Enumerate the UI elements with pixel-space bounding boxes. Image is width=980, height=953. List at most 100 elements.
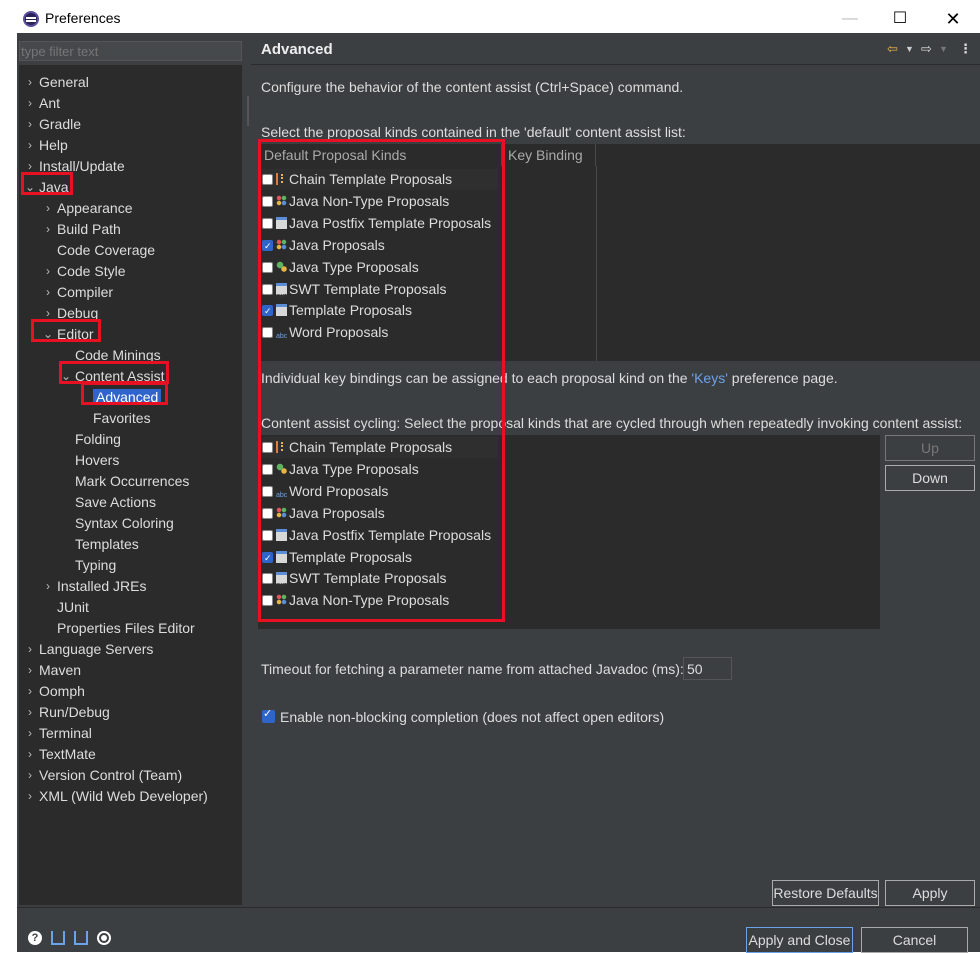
chevron-right-icon[interactable]: › bbox=[42, 303, 54, 323]
chevron-right-icon[interactable]: › bbox=[24, 135, 36, 155]
proposal-row[interactable]: Word Proposals bbox=[258, 322, 498, 347]
back-arrow-icon[interactable]: ⇦ bbox=[887, 41, 898, 57]
tree-item-appearance[interactable]: › Appearance bbox=[46, 198, 133, 218]
proposal-row[interactable]: Java Proposals bbox=[258, 503, 498, 524]
chevron-right-icon[interactable]: › bbox=[24, 765, 36, 785]
tree-item-maven[interactable]: › Maven bbox=[28, 660, 81, 680]
proposal-row[interactable]: SWT Template Proposals bbox=[258, 568, 498, 597]
view-menu-icon[interactable]: ⋮ bbox=[959, 41, 972, 57]
export-icon[interactable] bbox=[74, 931, 88, 945]
maximize-button[interactable]: ☐ bbox=[882, 7, 918, 31]
chevron-right-icon[interactable]: › bbox=[24, 660, 36, 680]
tree-item-code-coverage[interactable]: Code Coverage bbox=[57, 240, 155, 260]
minimize-button[interactable]: — bbox=[832, 7, 868, 31]
proposal-checkbox[interactable] bbox=[262, 463, 273, 475]
proposal-checkbox[interactable] bbox=[262, 236, 273, 257]
tree-item-properties-files-editor[interactable]: Properties Files Editor bbox=[57, 618, 195, 638]
proposal-row[interactable]: SWT Template Proposals bbox=[258, 279, 498, 308]
tree-item-advanced[interactable]: Advanced bbox=[93, 387, 162, 407]
tree-item-compiler[interactable]: › Compiler bbox=[46, 282, 113, 302]
timeout-input[interactable] bbox=[683, 657, 732, 680]
tree-item-gradle[interactable]: › Gradle bbox=[28, 114, 81, 134]
tree-item-installed-jres[interactable]: › Installed JREs bbox=[46, 576, 146, 596]
tree-item-textmate[interactable]: › TextMate bbox=[28, 744, 96, 764]
tree-item-build-path[interactable]: › Build Path bbox=[46, 219, 121, 239]
tree-item-java[interactable]: ⌄ Java bbox=[25, 177, 69, 197]
down-button[interactable]: Down bbox=[885, 465, 975, 491]
chevron-right-icon[interactable]: › bbox=[24, 786, 36, 806]
proposal-row[interactable]: Chain Template Proposals bbox=[258, 437, 498, 458]
proposal-checkbox[interactable] bbox=[262, 195, 273, 207]
proposal-row[interactable]: Java Non-Type Proposals bbox=[258, 191, 498, 212]
chevron-down-icon[interactable]: ⌄ bbox=[60, 366, 72, 386]
tree-item-terminal[interactable]: › Terminal bbox=[28, 723, 92, 743]
import-icon[interactable] bbox=[51, 931, 65, 945]
tree-item-editor[interactable]: ⌄ Editor bbox=[43, 324, 94, 344]
proposal-checkbox[interactable] bbox=[262, 485, 273, 497]
filter-input[interactable] bbox=[19, 41, 242, 61]
proposal-checkbox[interactable] bbox=[262, 217, 273, 229]
proposal-checkbox[interactable] bbox=[262, 529, 273, 541]
proposal-row[interactable]: Java Non-Type Proposals bbox=[258, 590, 498, 611]
apply-and-close-button[interactable]: Apply and Close bbox=[746, 927, 853, 953]
chevron-down-icon[interactable]: ⌄ bbox=[24, 177, 36, 197]
chevron-right-icon[interactable]: › bbox=[24, 156, 36, 176]
cancel-button[interactable]: Cancel bbox=[861, 927, 968, 953]
proposal-row[interactable]: Java Postfix Template Proposals bbox=[258, 525, 498, 546]
chevron-right-icon[interactable]: › bbox=[24, 72, 36, 92]
chevron-down-icon[interactable]: ⌄ bbox=[42, 324, 54, 344]
proposal-checkbox[interactable] bbox=[262, 442, 273, 453]
up-button[interactable]: Up bbox=[885, 435, 975, 461]
back-dropdown-icon[interactable]: ▼ bbox=[905, 44, 914, 54]
tree-item-templates[interactable]: Templates bbox=[75, 534, 139, 554]
proposal-checkbox[interactable] bbox=[262, 573, 273, 585]
column-header-kinds[interactable]: Default Proposal Kinds bbox=[258, 144, 502, 166]
tree-item-favorites[interactable]: Favorites bbox=[93, 408, 151, 428]
proposal-row[interactable]: Chain Template Proposals bbox=[258, 169, 498, 190]
tree-item-mark-occurrences[interactable]: Mark Occurrences bbox=[75, 471, 189, 491]
forward-arrow-icon[interactable]: ⇨ bbox=[921, 41, 932, 57]
chevron-right-icon[interactable]: › bbox=[24, 681, 36, 701]
nonblocking-checkbox[interactable] bbox=[262, 707, 275, 723]
tree-item-save-actions[interactable]: Save Actions bbox=[75, 492, 156, 512]
proposal-checkbox[interactable] bbox=[262, 507, 273, 519]
tree-item-ant[interactable]: › Ant bbox=[28, 93, 60, 113]
help-icon[interactable]: ? bbox=[28, 931, 42, 945]
tree-item-help[interactable]: › Help bbox=[28, 135, 68, 155]
proposal-checkbox[interactable] bbox=[262, 327, 273, 339]
proposal-checkbox[interactable] bbox=[262, 595, 273, 607]
chevron-right-icon[interactable]: › bbox=[42, 576, 54, 596]
chevron-right-icon[interactable]: › bbox=[42, 261, 54, 281]
tree-item-general[interactable]: › General bbox=[28, 72, 89, 92]
tree-item-content-assist[interactable]: ⌄ Content Assist bbox=[61, 366, 165, 386]
proposal-row[interactable]: Template Proposals bbox=[258, 300, 498, 322]
proposal-checkbox[interactable] bbox=[262, 261, 273, 273]
proposal-checkbox[interactable] bbox=[262, 301, 273, 322]
forward-dropdown-icon[interactable]: ▼ bbox=[939, 44, 948, 54]
tree-item-language-servers[interactable]: › Language Servers bbox=[28, 639, 153, 659]
close-button[interactable]: ✕ bbox=[935, 7, 971, 31]
chevron-right-icon[interactable]: › bbox=[42, 198, 54, 218]
chevron-right-icon[interactable]: › bbox=[24, 744, 36, 764]
keys-link[interactable]: 'Keys' bbox=[691, 370, 727, 386]
tree-item-run-debug[interactable]: › Run/Debug bbox=[28, 702, 110, 722]
proposal-row[interactable]: Java Postfix Template Proposals bbox=[258, 213, 498, 234]
proposal-checkbox[interactable] bbox=[262, 174, 273, 185]
proposal-row[interactable]: Java Proposals bbox=[258, 235, 498, 257]
chevron-right-icon[interactable]: › bbox=[24, 93, 36, 113]
tree-item-oomph[interactable]: › Oomph bbox=[28, 681, 85, 701]
tree-item-code-minings[interactable]: Code Minings bbox=[75, 345, 161, 365]
tree-item-folding[interactable]: Folding bbox=[75, 429, 121, 449]
restore-defaults-button[interactable]: Restore Defaults bbox=[772, 880, 879, 906]
tree-item-hovers[interactable]: Hovers bbox=[75, 450, 119, 470]
chevron-right-icon[interactable]: › bbox=[24, 639, 36, 659]
proposal-row[interactable]: Java Type Proposals bbox=[258, 257, 498, 278]
tree-item-code-style[interactable]: › Code Style bbox=[46, 261, 125, 281]
oomph-record-icon[interactable] bbox=[97, 931, 111, 945]
chevron-right-icon[interactable]: › bbox=[24, 702, 36, 722]
proposal-row[interactable]: Java Type Proposals bbox=[258, 459, 498, 480]
chevron-right-icon[interactable]: › bbox=[24, 723, 36, 743]
tree-item-debug[interactable]: › Debug bbox=[46, 303, 98, 323]
chevron-right-icon[interactable]: › bbox=[42, 282, 54, 302]
tree-item-install-update[interactable]: › Install/Update bbox=[28, 156, 125, 176]
